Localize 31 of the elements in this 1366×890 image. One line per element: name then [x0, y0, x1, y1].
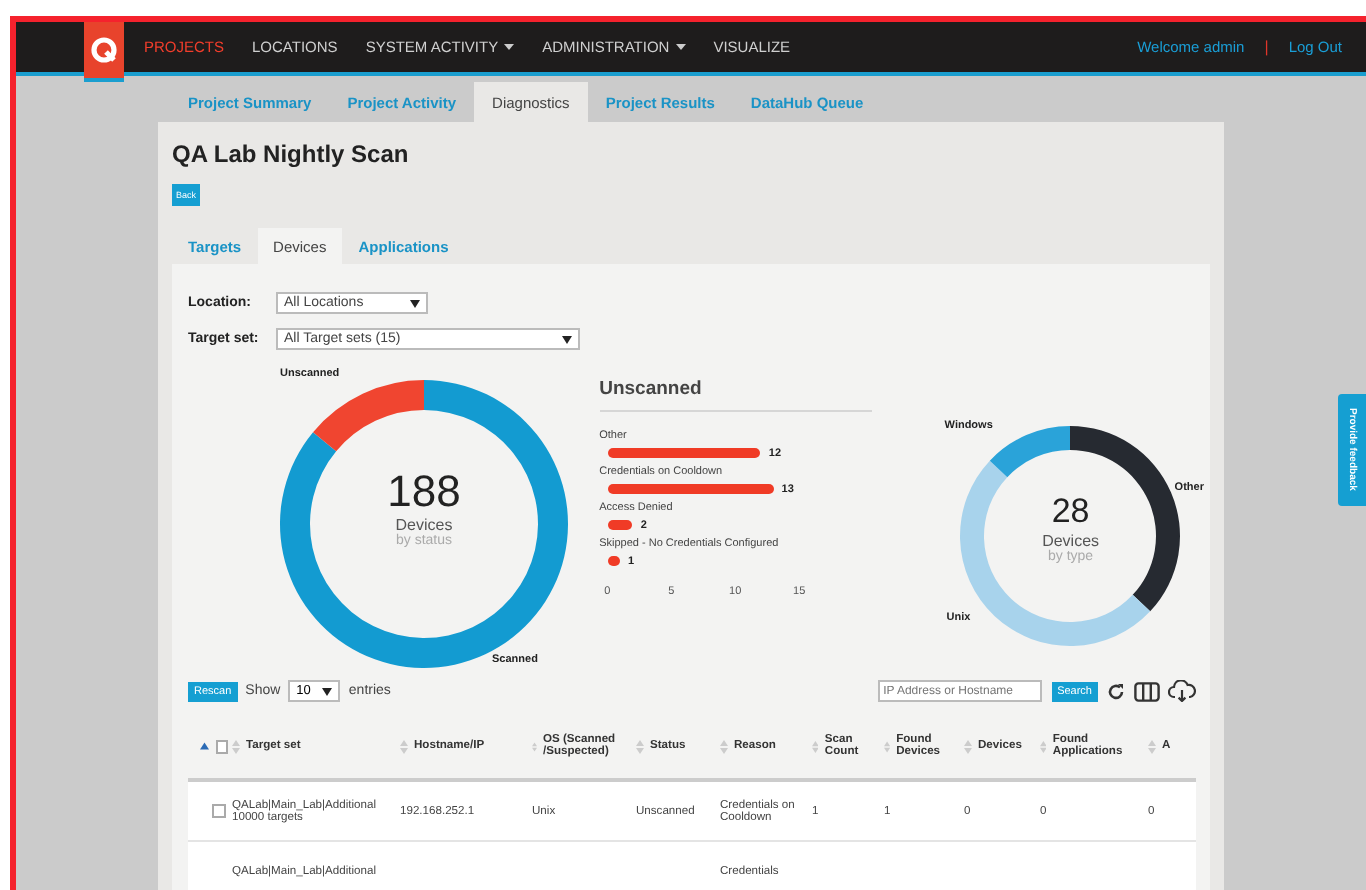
row-checkbox[interactable]: [212, 804, 226, 818]
select-all-checkbox[interactable]: [215, 739, 228, 753]
bar: [607, 556, 620, 566]
logo-icon[interactable]: [84, 22, 124, 82]
sort-icon[interactable]: [812, 739, 819, 753]
sort-icon[interactable]: [1040, 739, 1047, 753]
columns-icon[interactable]: [1134, 681, 1160, 701]
caret-icon: [322, 687, 333, 695]
caret-icon: [504, 44, 515, 50]
sort-icon[interactable]: [1148, 739, 1156, 753]
separator-text: |: [1264, 38, 1269, 56]
count-unit: Devices: [1042, 532, 1100, 550]
page-title: QA Lab Nightly Scan: [172, 140, 411, 168]
sort-icon[interactable]: [964, 739, 972, 753]
caret-icon: [562, 335, 572, 343]
sort-icon[interactable]: [400, 739, 408, 753]
sort-icon[interactable]: [884, 739, 891, 753]
cloud-download-icon[interactable]: [1168, 680, 1196, 702]
sort-icon[interactable]: [232, 739, 240, 753]
caret-icon: [410, 299, 420, 307]
chart-title: Unscanned: [599, 378, 872, 412]
device-count: 188: [387, 468, 461, 516]
device-count: 28: [1051, 492, 1090, 532]
count-unit: Devices: [395, 516, 453, 534]
sort-icon[interactable]: [636, 739, 644, 753]
refresh-icon[interactable]: [1106, 681, 1126, 701]
sort-icon[interactable]: [532, 739, 538, 753]
sort-ascending-icon[interactable]: [200, 742, 209, 750]
caret-icon: [675, 44, 686, 50]
sort-icon[interactable]: [720, 739, 728, 753]
bar: [607, 520, 633, 530]
